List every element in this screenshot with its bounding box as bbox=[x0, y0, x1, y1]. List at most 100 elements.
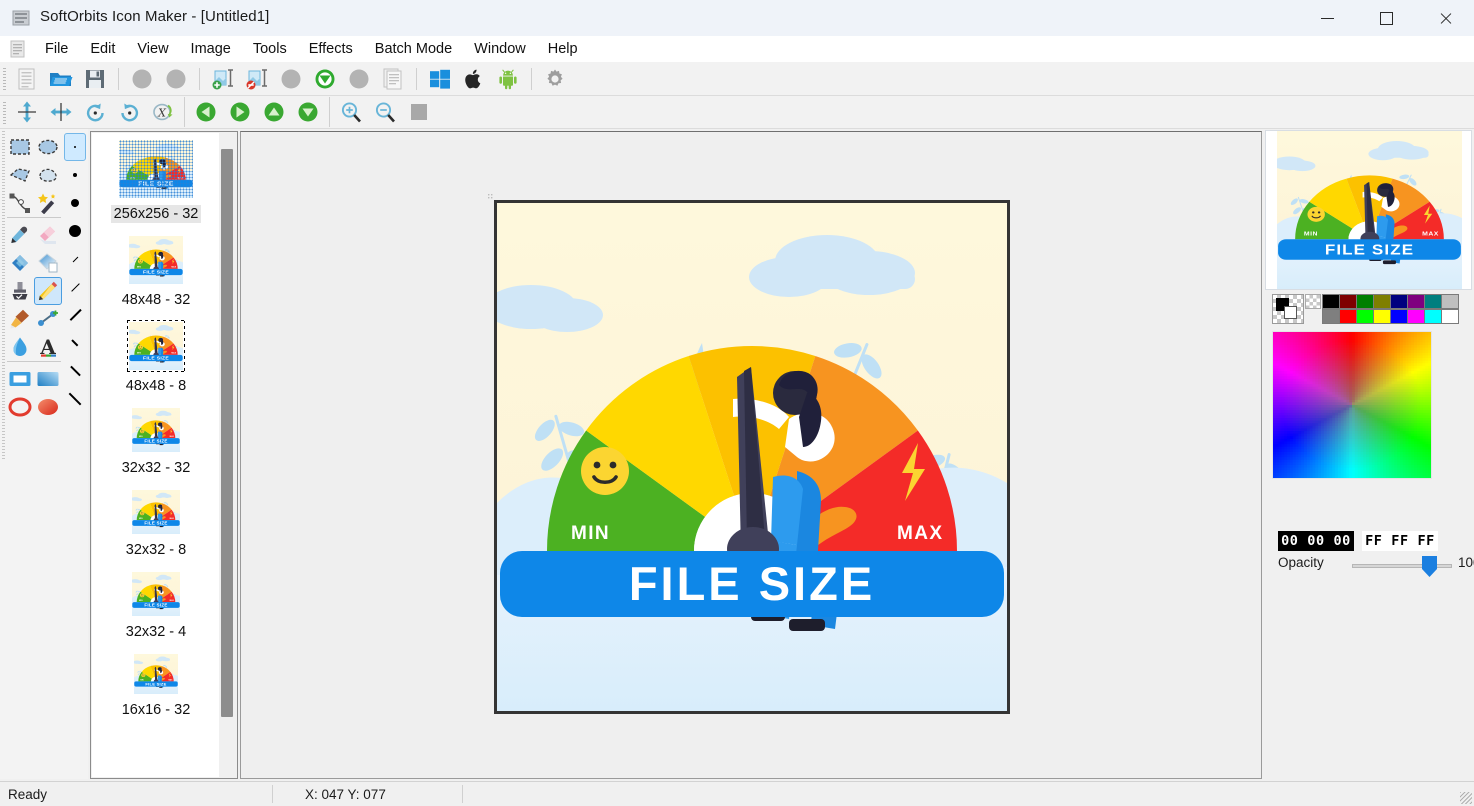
brush-stroke-5[interactable] bbox=[64, 357, 86, 385]
icon-sizes-list[interactable]: MIN MAX FILE SIZE 256x256 - 32 bbox=[92, 133, 220, 777]
menu-effects[interactable]: Effects bbox=[298, 38, 364, 60]
icon-size-list-item[interactable]: MIN MAX FILE SIZE 16x16 - 32 bbox=[92, 647, 220, 725]
current-color-indicator[interactable] bbox=[1272, 294, 1304, 324]
menu-help[interactable]: Help bbox=[537, 38, 589, 60]
save-file-button[interactable] bbox=[79, 63, 111, 95]
palette-swatch-bright-5[interactable] bbox=[1407, 309, 1425, 324]
nudge-left-button[interactable] bbox=[190, 96, 222, 128]
eraser-tool[interactable] bbox=[34, 221, 62, 249]
icon-size-list-item[interactable]: MIN MAX FILE SIZE 48x48 - 32 bbox=[92, 229, 220, 315]
zoom-in-button[interactable] bbox=[335, 96, 367, 128]
toolbar2-grip[interactable] bbox=[3, 102, 6, 124]
menu-tools[interactable]: Tools bbox=[242, 38, 298, 60]
opacity-slider-track[interactable] bbox=[1352, 564, 1452, 568]
opacity-slider-thumb[interactable] bbox=[1422, 556, 1437, 577]
ellipse-outline-tool[interactable] bbox=[6, 393, 34, 421]
fill-bucket-tool[interactable] bbox=[6, 249, 34, 277]
gradient-fill-tool[interactable] bbox=[34, 249, 62, 277]
flip-horizontal-button[interactable] bbox=[45, 96, 77, 128]
background-hex-value[interactable]: FF FF FF bbox=[1362, 531, 1438, 551]
polygon-select-tool[interactable] bbox=[6, 161, 34, 189]
brush-stroke-2[interactable] bbox=[64, 273, 86, 301]
tool-palette-grip[interactable] bbox=[2, 131, 5, 461]
blur-droplet-tool[interactable] bbox=[6, 333, 34, 361]
menu-batch-mode[interactable]: Batch Mode bbox=[364, 38, 463, 60]
brush-size-small-dot[interactable] bbox=[64, 189, 86, 217]
palette-swatch-dark-4[interactable] bbox=[1390, 294, 1408, 309]
text-tool[interactable]: A bbox=[34, 333, 62, 361]
rotate-left-button[interactable] bbox=[79, 96, 111, 128]
palette-swatch-dark-5[interactable] bbox=[1407, 294, 1425, 309]
icon-thumbnail[interactable]: MIN MAX FILE SIZE bbox=[132, 572, 180, 616]
foreground-hex-value[interactable]: 00 00 00 bbox=[1278, 531, 1354, 551]
brush-size-tiny-dot[interactable] bbox=[64, 161, 86, 189]
cut-button[interactable] bbox=[126, 63, 158, 95]
palette-swatch-dark-3[interactable] bbox=[1373, 294, 1391, 309]
nudge-right-button[interactable] bbox=[224, 96, 256, 128]
icon-size-list-item[interactable]: MIN MAX FILE SIZE 32x32 - 32 bbox=[92, 401, 220, 483]
palette-swatch-dark-2[interactable] bbox=[1356, 294, 1374, 309]
copy-button[interactable] bbox=[160, 63, 192, 95]
palette-swatch-bright-4[interactable] bbox=[1390, 309, 1408, 324]
palette-swatch-bright-2[interactable] bbox=[1356, 309, 1374, 324]
window-maximize-button[interactable] bbox=[1363, 0, 1409, 36]
rectangle-shape-tool[interactable] bbox=[6, 365, 34, 393]
menu-view[interactable]: View bbox=[126, 38, 179, 60]
color-picker-gradient[interactable] bbox=[1272, 331, 1432, 479]
add-image-button[interactable] bbox=[207, 63, 239, 95]
resize-grip-icon[interactable] bbox=[1460, 792, 1472, 804]
icon-thumbnail[interactable]: MIN MAX FILE SIZE bbox=[119, 140, 193, 198]
rotate-right-button[interactable] bbox=[113, 96, 145, 128]
icon-size-list-item[interactable]: MIN MAX FILE SIZE 32x32 - 4 bbox=[92, 565, 220, 647]
palette-swatch-dark-7[interactable] bbox=[1441, 294, 1459, 309]
transparent-color-swatch[interactable] bbox=[1305, 294, 1321, 309]
rotate-custom-button[interactable]: X bbox=[147, 96, 179, 128]
palette-swatch-bright-0[interactable] bbox=[1322, 309, 1340, 324]
icon-thumbnail[interactable]: MIN MAX FILE SIZE bbox=[132, 490, 180, 534]
window-minimize-button[interactable] bbox=[1304, 0, 1350, 36]
apply-button[interactable] bbox=[309, 63, 341, 95]
filled-ellipse-tool[interactable] bbox=[34, 393, 62, 421]
image-document-window[interactable]: MIN MAX FILE SIZE bbox=[494, 200, 1010, 714]
palette-swatch-bright-1[interactable] bbox=[1339, 309, 1357, 324]
menu-edit[interactable]: Edit bbox=[79, 38, 126, 60]
remove-image-button[interactable] bbox=[241, 63, 273, 95]
brush-size-pixel[interactable] bbox=[64, 133, 86, 161]
menu-window[interactable]: Window bbox=[463, 38, 537, 60]
menu-image[interactable]: Image bbox=[180, 38, 242, 60]
rectangle-select-tool[interactable] bbox=[6, 133, 34, 161]
windows-icon-button[interactable] bbox=[424, 63, 456, 95]
palette-swatch-dark-1[interactable] bbox=[1339, 294, 1357, 309]
icon-list-scroll-thumb[interactable] bbox=[221, 149, 233, 717]
icon-thumbnail[interactable]: MIN MAX FILE SIZE bbox=[129, 236, 183, 284]
palette-swatch-bright-6[interactable] bbox=[1424, 309, 1442, 324]
android-icon-button[interactable] bbox=[492, 63, 524, 95]
zoom-out-button[interactable] bbox=[369, 96, 401, 128]
brush-stroke-4[interactable] bbox=[64, 329, 86, 357]
menu-file[interactable]: File bbox=[34, 38, 79, 60]
eyedropper-tool[interactable] bbox=[6, 221, 34, 249]
redo-button[interactable] bbox=[343, 63, 375, 95]
filled-rectangle-tool[interactable] bbox=[34, 365, 62, 393]
palette-swatch-dark-0[interactable] bbox=[1322, 294, 1340, 309]
lasso-select-tool[interactable] bbox=[34, 161, 62, 189]
icon-thumbnail[interactable]: MIN MAX FILE SIZE bbox=[129, 322, 183, 370]
apple-icon-button[interactable] bbox=[458, 63, 490, 95]
bezier-path-tool[interactable] bbox=[6, 189, 34, 217]
brush-stroke-1[interactable] bbox=[64, 245, 86, 273]
nudge-down-button[interactable] bbox=[292, 96, 324, 128]
brush-stroke-3[interactable] bbox=[64, 301, 86, 329]
settings-button[interactable] bbox=[539, 63, 571, 95]
zoom-actual-button[interactable] bbox=[403, 96, 435, 128]
clone-stamp-tool[interactable] bbox=[6, 277, 34, 305]
palette-swatch-bright-7[interactable] bbox=[1441, 309, 1459, 324]
pencil-tool[interactable] bbox=[34, 277, 62, 305]
file-size-illustration[interactable]: MIN MAX FILE SIZE bbox=[497, 203, 1007, 711]
magic-wand-tool[interactable] bbox=[34, 189, 62, 217]
icon-size-list-item[interactable]: MIN MAX FILE SIZE 256x256 - 32 bbox=[92, 133, 220, 229]
brush-stroke-6[interactable] bbox=[64, 385, 86, 413]
toolbar-grip[interactable] bbox=[3, 68, 6, 90]
brush-size-large-dot[interactable] bbox=[64, 217, 86, 245]
nudge-up-button[interactable] bbox=[258, 96, 290, 128]
open-file-button[interactable] bbox=[45, 63, 77, 95]
